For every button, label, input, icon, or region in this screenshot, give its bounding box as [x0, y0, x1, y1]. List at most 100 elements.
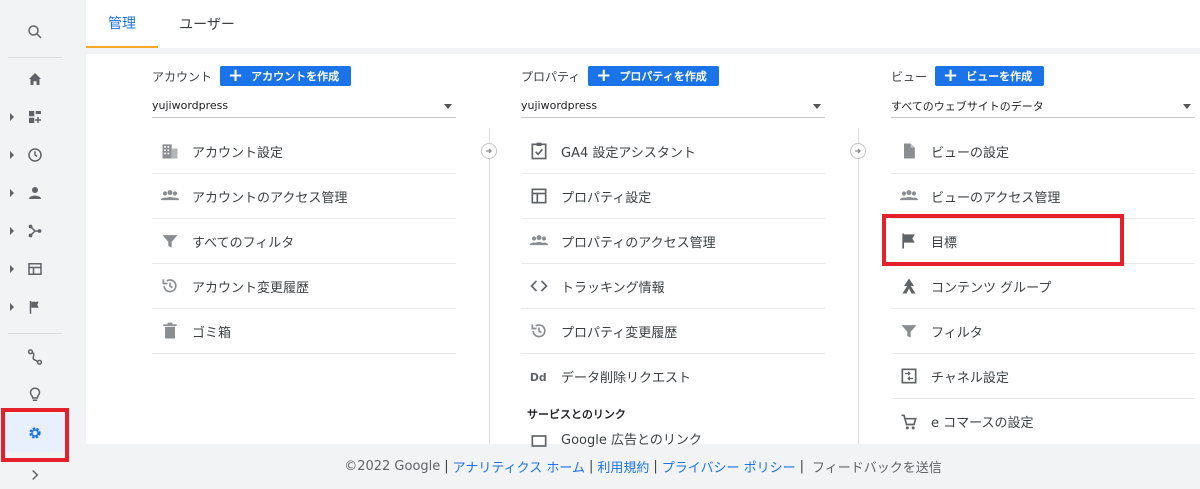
- create-property-button[interactable]: + プロパティを作成: [588, 65, 719, 86]
- footer-separator: |: [799, 459, 805, 474]
- property-access-item[interactable]: プロパティのアクセス管理: [521, 219, 825, 264]
- send-feedback-link[interactable]: フィードバックを送信: [812, 457, 942, 476]
- layout-icon: [527, 184, 551, 208]
- all-filters-item[interactable]: すべてのフィルタ: [152, 219, 456, 264]
- rail-divider: [8, 333, 62, 334]
- data-deletion-item[interactable]: Dd データ削除リクエスト: [521, 354, 825, 399]
- channel-settings-item[interactable]: チャネル設定: [891, 354, 1195, 399]
- property-select-value: yujiwordpress: [521, 99, 598, 112]
- left-nav-rail: [0, 0, 70, 489]
- ecommerce-settings-item[interactable]: e コマースの設定: [891, 399, 1195, 444]
- audience-person-icon[interactable]: [0, 174, 70, 212]
- tracking-info-item[interactable]: トラッキング情報: [521, 264, 825, 309]
- account-access-label: アカウントのアクセス管理: [192, 190, 348, 206]
- create-account-button[interactable]: + アカウントを作成: [220, 65, 352, 86]
- property-access-label: プロパティのアクセス管理: [561, 235, 716, 251]
- create-view-label: ビューを作成: [966, 70, 1033, 83]
- property-select[interactable]: yujiwordpress: [521, 94, 825, 118]
- footer: ©2022 Google | アナリティクス ホーム | 利用規約 | プライバ…: [86, 444, 1200, 489]
- acquisition-icon[interactable]: [0, 212, 70, 250]
- admin-panel: 管理 ユーザー アカウント + アカウントを作成 yujiwordpress アカ…: [86, 0, 1200, 448]
- privacy-policy-link[interactable]: プライバシー ポリシー: [662, 457, 796, 476]
- channel-icon: [897, 364, 921, 388]
- property-header: プロパティ + プロパティを作成: [521, 66, 719, 86]
- view-settings-label: ビューの設定: [931, 145, 1010, 161]
- property-menu: GA4 設定アシスタント プロパティ設定 プロパティのアクセス管理 トラッキング…: [521, 129, 825, 449]
- copyright-text: ©2022 Google: [344, 459, 441, 474]
- discover-lightbulb-icon[interactable]: [0, 376, 70, 414]
- code-icon: [527, 274, 551, 298]
- dropdown-caret-icon: [444, 104, 452, 109]
- tab-strip: [86, 48, 1200, 54]
- arrow-circle-icon: [850, 143, 866, 159]
- plus-icon: +: [228, 65, 244, 86]
- content-group-label: コンテンツ グループ: [931, 280, 1052, 296]
- group-icon: [158, 184, 182, 208]
- attribution-icon[interactable]: [0, 338, 70, 376]
- search-icon[interactable]: [0, 13, 70, 51]
- tab-admin[interactable]: 管理: [86, 0, 158, 48]
- property-settings-item[interactable]: プロパティ設定: [521, 174, 825, 219]
- service-links-heading: サービスとのリンク: [527, 408, 626, 421]
- goals-label: 目標: [931, 235, 958, 251]
- group-icon: [527, 229, 551, 253]
- tab-bar: 管理 ユーザー: [86, 0, 1200, 48]
- home-icon[interactable]: [0, 60, 70, 98]
- footer-separator: |: [444, 459, 449, 474]
- view-header: ビュー + ビューを作成: [891, 66, 1045, 86]
- account-settings-item[interactable]: アカウント設定: [152, 129, 456, 174]
- ecommerce-settings-label: e コマースの設定: [931, 416, 1034, 431]
- account-select-value: yujiwordpress: [152, 99, 229, 112]
- view-settings-item[interactable]: ビューの設定: [891, 129, 1195, 174]
- admin-gear-icon[interactable]: [0, 414, 70, 452]
- trash-icon: [158, 319, 182, 343]
- realtime-clock-icon[interactable]: [0, 136, 70, 174]
- view-title: ビュー: [891, 69, 928, 84]
- trash-item[interactable]: ゴミ箱: [152, 309, 456, 354]
- plus-icon: +: [596, 65, 612, 86]
- history-icon: [527, 319, 551, 343]
- trash-label: ゴミ箱: [192, 325, 232, 341]
- history-icon: [158, 274, 182, 298]
- conversions-flag-icon[interactable]: [0, 288, 70, 326]
- view-select-value: すべてのウェブサイトのデータ: [891, 99, 1044, 113]
- goals-item[interactable]: 目標: [891, 219, 1195, 264]
- channel-settings-label: チャネル設定: [931, 370, 1009, 386]
- ga4-setup-item[interactable]: GA4 設定アシスタント: [521, 129, 825, 174]
- account-select[interactable]: yujiwordpress: [152, 94, 456, 118]
- view-menu: ビューの設定 ビューのアクセス管理 目標 コンテンツ グループ フィルタ チャネ…: [891, 129, 1195, 444]
- create-view-button[interactable]: + ビューを作成: [935, 66, 1045, 86]
- tracking-info-label: トラッキング情報: [561, 280, 665, 296]
- account-history-item[interactable]: アカウント変更履歴: [152, 264, 456, 309]
- cart-icon: [897, 410, 921, 434]
- account-settings-label: アカウント設定: [192, 145, 284, 161]
- expand-chevron-icon[interactable]: [0, 456, 70, 489]
- rail-divider: [8, 57, 62, 58]
- dropdown-caret-icon: [813, 104, 821, 109]
- tab-users[interactable]: ユーザー: [164, 0, 250, 48]
- property-history-item[interactable]: プロパティ変更履歴: [521, 309, 825, 354]
- group-icon: [897, 184, 921, 208]
- account-history-label: アカウント変更履歴: [192, 280, 310, 296]
- dropdown-caret-icon: [1183, 104, 1191, 109]
- create-account-label: アカウントを作成: [251, 70, 340, 83]
- account-access-item[interactable]: アカウントのアクセス管理: [152, 174, 456, 219]
- terms-link[interactable]: 利用規約: [597, 457, 649, 476]
- footer-separator: |: [653, 459, 658, 474]
- create-property-label: プロパティを作成: [619, 70, 707, 83]
- behavior-icon[interactable]: [0, 250, 70, 288]
- column-divider: [858, 128, 859, 444]
- view-access-item[interactable]: ビューのアクセス管理: [891, 174, 1195, 219]
- analytics-home-link[interactable]: アナリティクス ホーム: [453, 457, 585, 476]
- account-header: アカウント + アカウントを作成: [152, 65, 352, 86]
- svg-text:Dd: Dd: [530, 371, 547, 384]
- view-select[interactable]: すべてのウェブサイトのデータ: [891, 94, 1195, 118]
- flag-icon: [897, 229, 921, 253]
- arrow-circle-icon: [481, 143, 497, 159]
- content-group-item[interactable]: コンテンツ グループ: [891, 264, 1195, 309]
- clipboard-check-icon: [527, 139, 551, 163]
- view-access-label: ビューのアクセス管理: [931, 190, 1061, 206]
- file-icon: [897, 139, 921, 163]
- view-filters-item[interactable]: フィルタ: [891, 309, 1195, 354]
- customization-icon[interactable]: [0, 98, 70, 136]
